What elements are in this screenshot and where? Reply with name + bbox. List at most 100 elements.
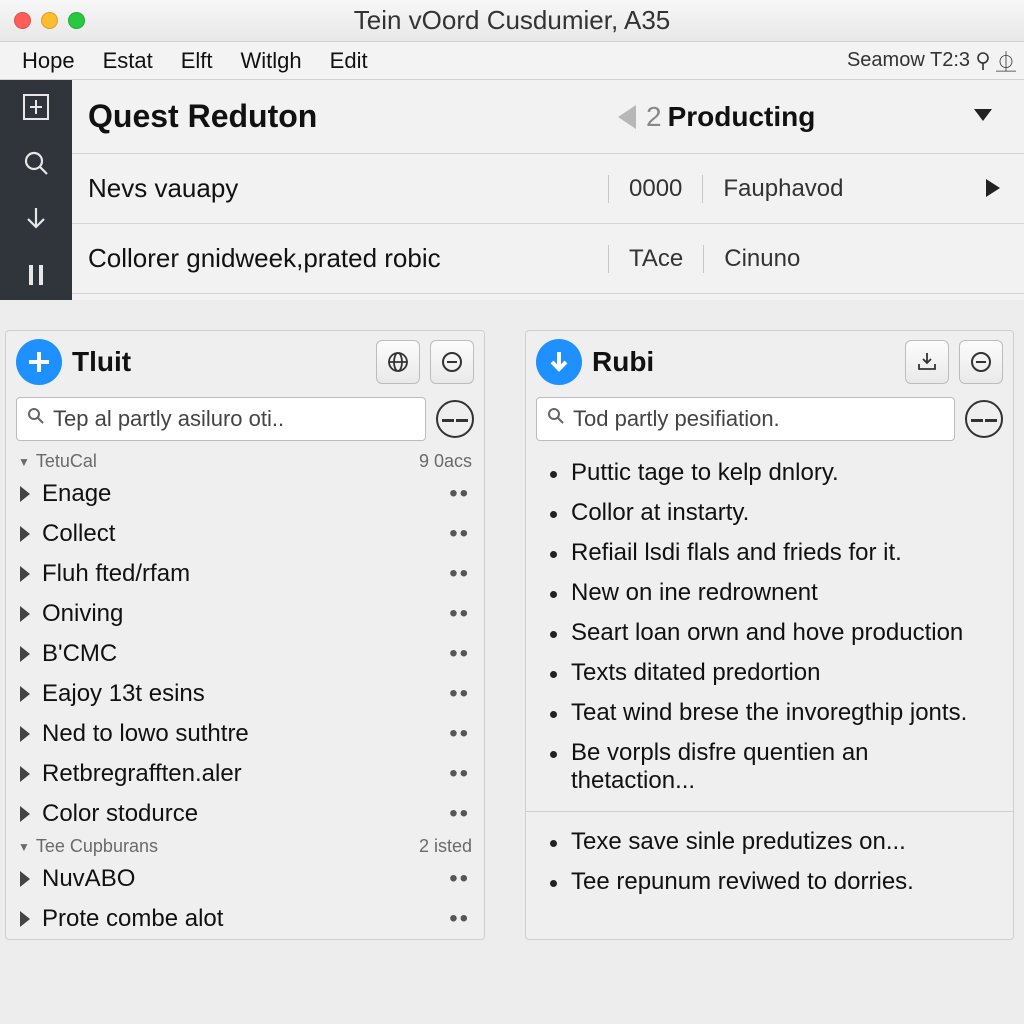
list-item[interactable]: Prote combe alot••: [6, 899, 484, 939]
selector-label[interactable]: Producting: [668, 101, 816, 133]
panel-right-search-input[interactable]: Tod partly pesifiation.: [536, 397, 955, 441]
more-icon[interactable]: ••: [449, 720, 470, 748]
row-expand-arrow-icon[interactable]: [986, 173, 1000, 204]
more-icon[interactable]: ••: [449, 640, 470, 668]
bullet-icon: [550, 511, 557, 518]
list-item-label: Ned to lowo suthtre: [42, 720, 249, 748]
panel-left-sync-icon[interactable]: [436, 400, 474, 438]
section-label: Tee Cupburans: [36, 836, 158, 857]
menu-hope[interactable]: Hope: [8, 44, 89, 78]
list-item[interactable]: Oniving ••: [6, 594, 484, 634]
search-icon: [547, 407, 565, 431]
list-item[interactable]: Eajoy 13t esins ••: [6, 674, 484, 714]
selector-count: 2: [646, 101, 662, 133]
page-title: Quest Reduton: [88, 98, 608, 135]
expand-icon: [20, 686, 30, 702]
list-item[interactable]: Ned to lowo suthtre ••: [6, 714, 484, 754]
section-header[interactable]: ▼ Tee Cupburans 2 isted: [6, 834, 484, 859]
panel-left-globe-button[interactable]: [376, 340, 420, 384]
section-count: 9 0acs: [419, 451, 472, 472]
table-row[interactable]: Nevs vauapy 0000 Fauphavod: [72, 154, 1024, 224]
selector-chevron-down-icon[interactable]: [974, 108, 992, 126]
list-item-label: Oniving: [42, 600, 123, 628]
bullet-item[interactable]: Refiail lsdi flals and frieds for it.: [530, 533, 1009, 573]
list-item[interactable]: Color stodurce ••: [6, 794, 484, 834]
bullet-icon: [550, 591, 557, 598]
bullet-item[interactable]: Texe save sinle predutizes on...: [530, 822, 1009, 862]
row-label: Nevs vauapy: [88, 173, 608, 204]
list-item[interactable]: Enage••: [6, 474, 484, 514]
list-item[interactable]: B'CMC••: [6, 634, 484, 674]
bullet-text: Teat wind brese the invoregthip jonts.: [571, 699, 967, 727]
rail-download-icon[interactable]: [21, 204, 51, 234]
list-item-label: Color stodurce: [42, 800, 198, 828]
menu-elft[interactable]: Elft: [167, 44, 227, 78]
rail-add-icon[interactable]: [21, 92, 51, 122]
more-icon[interactable]: ••: [449, 800, 470, 828]
more-icon[interactable]: ••: [449, 680, 470, 708]
more-icon[interactable]: ••: [449, 905, 470, 933]
panel-left-badge-icon[interactable]: [16, 339, 62, 385]
panel-left-minus-button[interactable]: [430, 340, 474, 384]
divider: [526, 811, 1013, 812]
chevron-down-icon: ▼: [18, 455, 30, 469]
prev-arrow-icon[interactable]: [618, 105, 636, 129]
panel-right-title: Rubi: [592, 346, 654, 378]
panel-right-bullets-2: Texe save sinle predutizes on... Tee rep…: [526, 818, 1013, 906]
panel-left-title: Tluit: [72, 346, 131, 378]
panel-left-search-input[interactable]: Tep al partly asiluro oti..: [16, 397, 426, 441]
menu-witlgh[interactable]: Witlgh: [227, 44, 316, 78]
bullet-icon: [550, 751, 557, 758]
section-header[interactable]: ▼ TetuCal 9 0acs: [6, 449, 484, 474]
panel-right-sync-icon[interactable]: [965, 400, 1003, 438]
left-rail: [0, 80, 72, 300]
bullet-item[interactable]: Texts ditated predortion: [530, 653, 1009, 693]
expand-icon: [20, 871, 30, 887]
panels: Tluit Tep al partly asiluro oti.. ▼ Tetu…: [0, 300, 1024, 940]
bullet-text: Be vorpls disfre quentien an thetaction.…: [571, 739, 993, 795]
bullet-item[interactable]: Tee repunum reviwed to dorries.: [530, 862, 1009, 902]
rail-pause-icon[interactable]: [21, 260, 51, 290]
bullet-item[interactable]: New on ine redrownent: [530, 573, 1009, 613]
bullet-item[interactable]: Be vorpls disfre quentien an thetaction.…: [530, 733, 1009, 801]
row-cell-status: Cinuno: [703, 245, 820, 273]
list-item-label: Eajoy 13t esins: [42, 680, 205, 708]
panel-right-bullets-1: Puttic tage to kelp dnlory. Collor at in…: [526, 449, 1013, 805]
window-controls: [0, 12, 85, 29]
more-icon[interactable]: ••: [449, 520, 470, 548]
bullet-icon: [550, 471, 557, 478]
panel-left-header: Tluit: [6, 331, 484, 393]
search-placeholder: Tod partly pesifiation.: [573, 406, 780, 432]
more-icon[interactable]: ••: [449, 480, 470, 508]
panel-left-list-2: NuvABO•• Prote combe alot••: [6, 859, 484, 939]
bullet-icon: [550, 671, 557, 678]
menu-estat[interactable]: Estat: [89, 44, 167, 78]
more-icon[interactable]: ••: [449, 865, 470, 893]
close-window-button[interactable]: [14, 12, 31, 29]
bullet-text: New on ine redrownent: [571, 579, 818, 607]
bullet-item[interactable]: Collor at instarty.: [530, 493, 1009, 533]
panel-right-export-button[interactable]: [905, 340, 949, 384]
maximize-window-button[interactable]: [68, 12, 85, 29]
bullet-item[interactable]: Seart loan orwn and hove production: [530, 613, 1009, 653]
more-icon[interactable]: ••: [449, 600, 470, 628]
search-placeholder: Tep al partly asiluro oti..: [53, 406, 284, 432]
panel-right-search-row: Tod partly pesifiation.: [526, 393, 1013, 449]
minimize-window-button[interactable]: [41, 12, 58, 29]
expand-icon: [20, 726, 30, 742]
list-item[interactable]: Fluh fted/rfam••: [6, 554, 484, 594]
list-item-label: Collect: [42, 520, 115, 548]
list-item[interactable]: NuvABO••: [6, 859, 484, 899]
panel-right-minus-button[interactable]: [959, 340, 1003, 384]
list-item[interactable]: Retbregrafften.aler••: [6, 754, 484, 794]
bullet-item[interactable]: Teat wind brese the invoregthip jonts.: [530, 693, 1009, 733]
more-icon[interactable]: ••: [449, 560, 470, 588]
list-item[interactable]: Collect ••: [6, 514, 484, 554]
rail-search-icon[interactable]: [21, 148, 51, 178]
more-icon[interactable]: ••: [449, 760, 470, 788]
titlebar: Tein vOord Cusdumier, A35: [0, 0, 1024, 42]
table-row[interactable]: Collorer gnidweek,prated robic TAce Cinu…: [72, 224, 1024, 294]
menu-edit[interactable]: Edit: [316, 44, 382, 78]
panel-right-badge-icon[interactable]: [536, 339, 582, 385]
bullet-item[interactable]: Puttic tage to kelp dnlory.: [530, 453, 1009, 493]
